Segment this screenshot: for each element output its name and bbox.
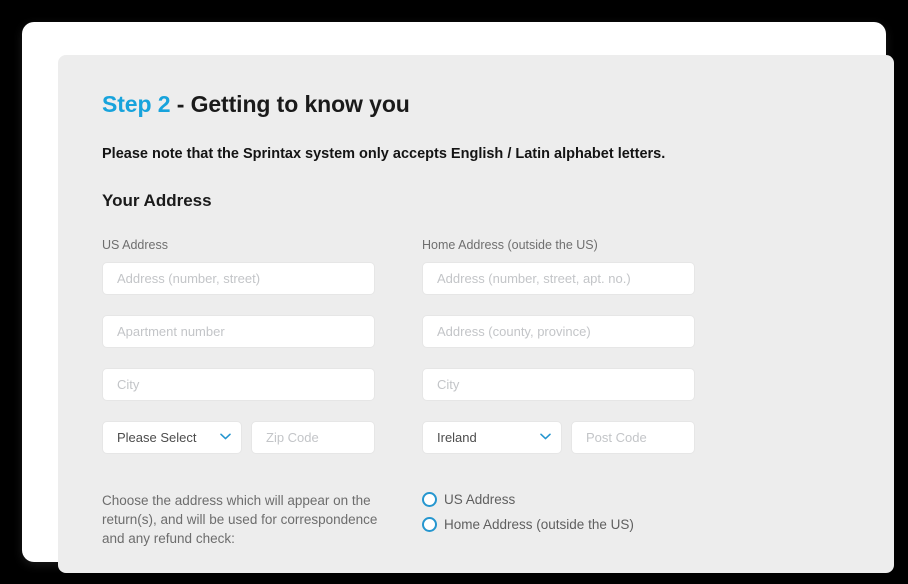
step-number: Step 2 xyxy=(102,91,171,117)
us-street-input[interactable] xyxy=(102,262,375,295)
home-city-input[interactable] xyxy=(422,368,695,401)
us-state-zip-row: Please Select xyxy=(102,421,375,454)
radio-label-us-address: US Address xyxy=(444,492,516,507)
home-country-postcode-row: Ireland xyxy=(422,421,695,454)
notice-text: Please note that the Sprintax system onl… xyxy=(102,146,666,162)
radio-icon[interactable] xyxy=(422,492,437,507)
preferred-address-chooser: Choose the address which will appear on … xyxy=(102,491,850,548)
home-postcode-input[interactable] xyxy=(571,421,695,454)
home-address-label: Home Address (outside the US) xyxy=(422,238,598,252)
radio-option-us-address[interactable]: US Address xyxy=(422,492,634,507)
us-apartment-input[interactable] xyxy=(102,315,375,348)
home-address-column: Home Address (outside the US) Ireland xyxy=(422,238,695,454)
us-state-select-value[interactable]: Please Select xyxy=(102,421,242,454)
form-panel: Step 2 - Getting to know you Please note… xyxy=(58,55,894,573)
window-frame: Step 2 - Getting to know you Please note… xyxy=(22,22,894,573)
preferred-address-options: US Address Home Address (outside the US) xyxy=(422,491,634,548)
us-city-input[interactable] xyxy=(102,368,375,401)
home-country-select-value[interactable]: Ireland xyxy=(422,421,562,454)
home-country-select[interactable]: Ireland xyxy=(422,421,562,454)
home-street-input[interactable] xyxy=(422,262,695,295)
radio-icon[interactable] xyxy=(422,517,437,532)
us-zip-input[interactable] xyxy=(251,421,375,454)
address-columns: US Address Please Select xyxy=(102,238,850,454)
page-title-rest: - Getting to know you xyxy=(170,91,410,117)
radio-option-home-address[interactable]: Home Address (outside the US) xyxy=(422,517,634,532)
us-address-label: US Address xyxy=(102,238,169,252)
us-address-column: US Address Please Select xyxy=(102,238,375,454)
us-state-select[interactable]: Please Select xyxy=(102,421,242,454)
section-title: Your Address xyxy=(102,191,212,210)
radio-label-home-address: Home Address (outside the US) xyxy=(444,517,634,532)
home-county-input[interactable] xyxy=(422,315,695,348)
chooser-instruction: Choose the address which will appear on … xyxy=(102,493,378,546)
page-title: Step 2 - Getting to know you xyxy=(102,91,850,118)
